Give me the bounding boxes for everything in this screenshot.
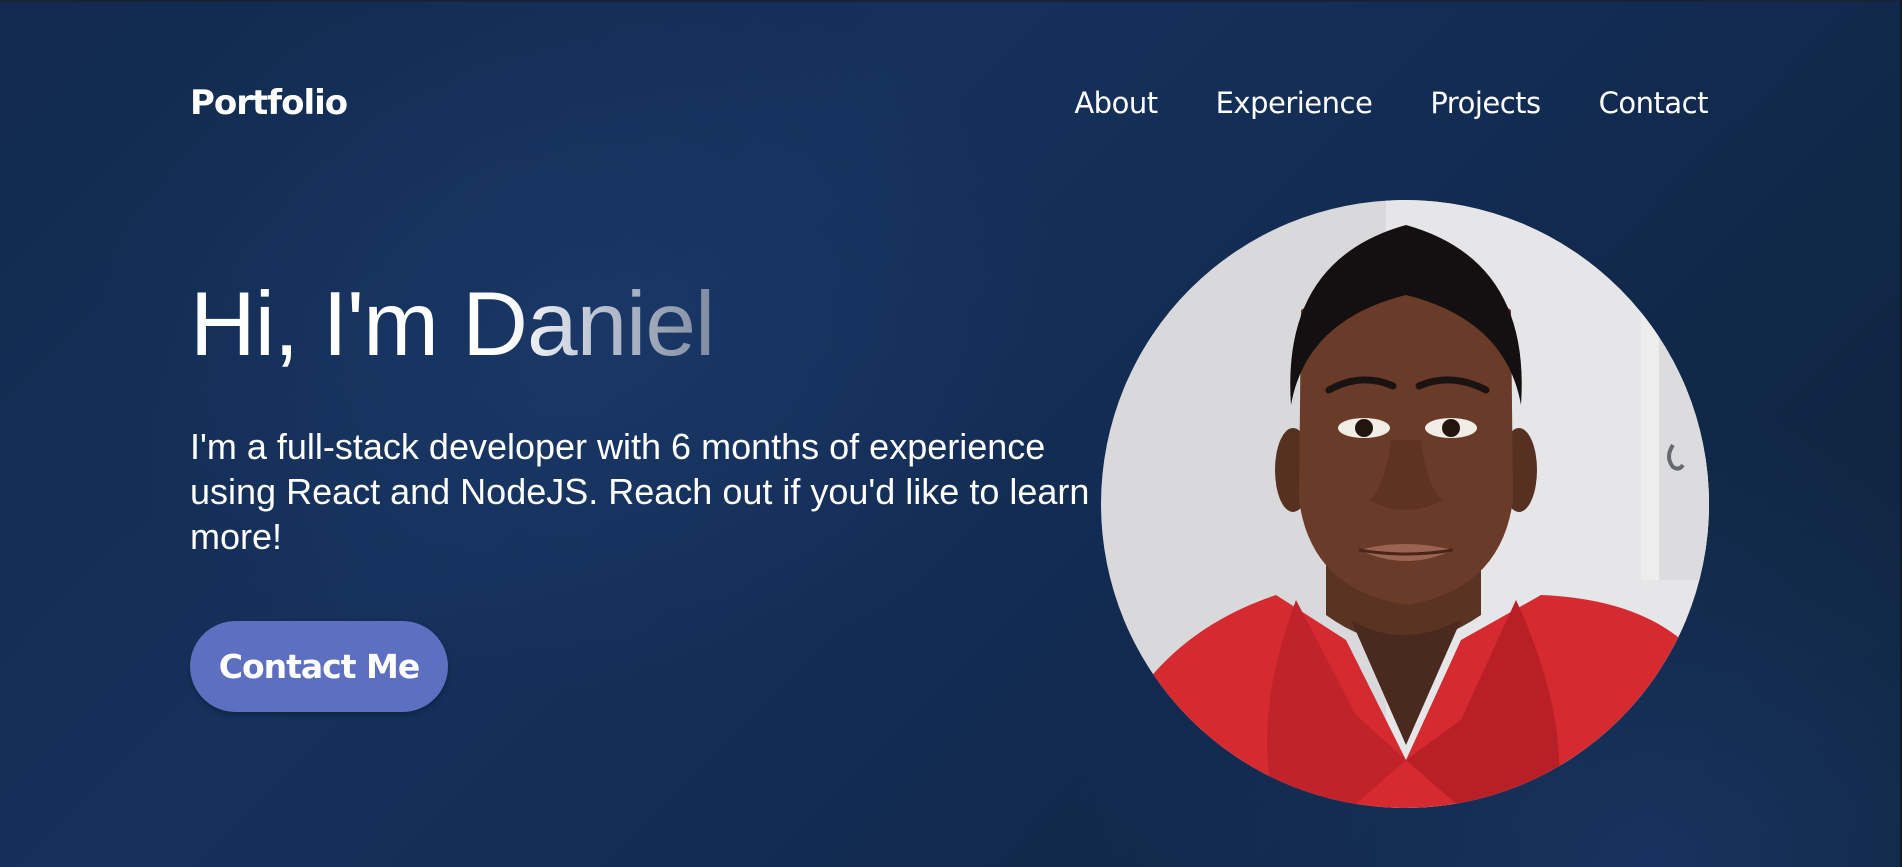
profile-photo (1101, 200, 1709, 808)
contact-me-label: Contact Me (218, 647, 420, 686)
nav-link-contact[interactable]: Contact (1599, 86, 1709, 120)
hero-intro: Hi, I'm Daniel I'm a full-stack develope… (190, 270, 1090, 559)
brand-logo[interactable]: Portfolio (190, 83, 348, 123)
nav-link-about[interactable]: About (1074, 86, 1158, 120)
navbar: Portfolio About Experience Projects Cont… (190, 80, 1709, 126)
hero-page: Portfolio About Experience Projects Cont… (0, 0, 1902, 867)
hero-bio: I'm a full-stack developer with 6 months… (190, 426, 1090, 557)
contact-me-button[interactable]: Contact Me (190, 621, 448, 712)
hero-greeting: Hi, I'm Daniel (190, 270, 715, 380)
nav-link-experience[interactable]: Experience (1216, 86, 1373, 120)
nav-links: About Experience Projects Contact (1074, 86, 1708, 120)
nav-link-projects[interactable]: Projects (1430, 86, 1541, 120)
